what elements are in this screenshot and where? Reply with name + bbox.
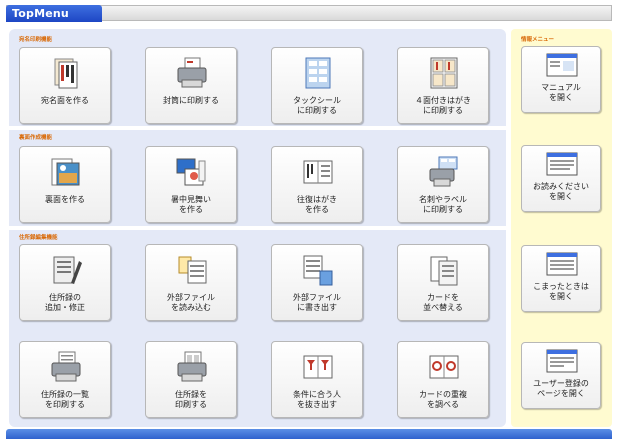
label-sheet-icon bbox=[305, 57, 331, 89]
make-back-side-button[interactable]: 裏面を作る bbox=[19, 146, 111, 223]
file-export-icon bbox=[303, 255, 333, 286]
card-filter-icon bbox=[303, 355, 333, 379]
extract-matching-button[interactable]: 条件に合う人 を抜き出す bbox=[271, 341, 363, 418]
print-address-book-label: 住所録を 印刷する bbox=[175, 390, 207, 409]
help-window-icon bbox=[546, 252, 578, 276]
extract-matching-label: 条件に合う人 を抜き出す bbox=[293, 390, 341, 409]
open-manual-label: マニュアル を開く bbox=[541, 83, 581, 102]
four-postcards-icon bbox=[430, 57, 458, 89]
section-label-front-create: 裏面作成機能 bbox=[19, 135, 53, 141]
print-envelope-label: 封筒に印刷する bbox=[163, 96, 219, 105]
export-external-file-button[interactable]: 外部ファイル に書き出す bbox=[271, 244, 363, 321]
open-manual-button[interactable]: マニュアル を開く bbox=[521, 46, 601, 113]
printer-list-icon bbox=[51, 351, 81, 382]
export-external-file-label: 外部ファイル に書き出す bbox=[293, 293, 341, 312]
open-user-registration-label: ユーザー登録の ページを開く bbox=[533, 379, 589, 398]
section-label-info-menu: 情報メニュー bbox=[521, 37, 555, 43]
make-return-postcard-label: 往復はがき を作る bbox=[297, 195, 337, 214]
printer-envelope-icon bbox=[177, 57, 207, 88]
print-envelope-button[interactable]: 封筒に印刷する bbox=[145, 47, 237, 124]
open-readme-label: お読みください を開く bbox=[533, 182, 589, 201]
add-edit-address-label: 住所録の 追加・修正 bbox=[45, 293, 85, 312]
print-four-side-postcard-label: ４面付きはがき に印刷する bbox=[415, 96, 471, 115]
printer-book-icon bbox=[177, 351, 207, 382]
print-four-side-postcard-button[interactable]: ４面付きはがき に印刷する bbox=[397, 47, 489, 124]
import-external-file-label: 外部ファイル を読み込む bbox=[167, 293, 215, 312]
open-troubleshooting-label: こまったときは を開く bbox=[533, 282, 589, 301]
document-window-icon bbox=[546, 53, 578, 77]
register-window-icon bbox=[546, 349, 578, 373]
open-user-registration-button[interactable]: ユーザー登録の ページを開く bbox=[521, 342, 601, 409]
card-duplicate-icon bbox=[429, 355, 459, 379]
make-summer-greeting-label: 暑中見舞い を作る bbox=[171, 195, 211, 214]
make-return-postcard-button[interactable]: 往復はがき を作る bbox=[271, 146, 363, 223]
summer-postcard-icon bbox=[176, 158, 206, 186]
make-address-side-label: 宛名面を作る bbox=[41, 96, 89, 105]
return-postcard-icon bbox=[303, 160, 333, 184]
picture-postcard-icon bbox=[51, 158, 80, 186]
print-tack-seal-button[interactable]: タックシール に印刷する bbox=[271, 47, 363, 124]
file-import-icon bbox=[178, 256, 207, 284]
check-duplicates-label: カードの重複 を調べる bbox=[419, 390, 467, 409]
print-address-list-button[interactable]: 住所録の一覧 を印刷する bbox=[19, 341, 111, 418]
section-divider bbox=[9, 126, 506, 130]
make-back-side-label: 裏面を作る bbox=[45, 195, 85, 204]
print-tack-seal-label: タックシール に印刷する bbox=[293, 96, 341, 115]
print-card-label-label: 名刺やラベル に印刷する bbox=[419, 195, 467, 214]
section-label-address-print: 宛名印刷機能 bbox=[19, 37, 53, 43]
print-address-book-button[interactable]: 住所録を 印刷する bbox=[145, 341, 237, 418]
print-card-label-button[interactable]: 名刺やラベル に印刷する bbox=[397, 146, 489, 223]
readme-window-icon bbox=[546, 152, 578, 176]
card-sort-icon bbox=[430, 256, 458, 286]
print-address-list-label: 住所録の一覧 を印刷する bbox=[41, 390, 89, 409]
sort-cards-label: カードを 並べ替える bbox=[423, 293, 463, 312]
section-label-address-book: 住所録編集機能 bbox=[19, 235, 58, 241]
add-edit-address-button[interactable]: 住所録の 追加・修正 bbox=[19, 244, 111, 321]
open-troubleshooting-button[interactable]: こまったときは を開く bbox=[521, 245, 601, 312]
printer-cards-icon bbox=[429, 156, 458, 187]
window-title: TopMenu bbox=[6, 5, 102, 22]
make-address-side-button[interactable]: 宛名面を作る bbox=[19, 47, 111, 124]
import-external-file-button[interactable]: 外部ファイル を読み込む bbox=[145, 244, 237, 321]
address-book-edit-icon bbox=[53, 256, 82, 284]
make-summer-greeting-button[interactable]: 暑中見舞い を作る bbox=[145, 146, 237, 223]
status-bar bbox=[6, 429, 612, 439]
section-divider bbox=[9, 226, 506, 230]
sort-cards-button[interactable]: カードを 並べ替える bbox=[397, 244, 489, 321]
check-duplicates-button[interactable]: カードの重複 を調べる bbox=[397, 341, 489, 418]
postcard-stack-icon bbox=[54, 58, 78, 89]
open-readme-button[interactable]: お読みください を開く bbox=[521, 145, 601, 212]
